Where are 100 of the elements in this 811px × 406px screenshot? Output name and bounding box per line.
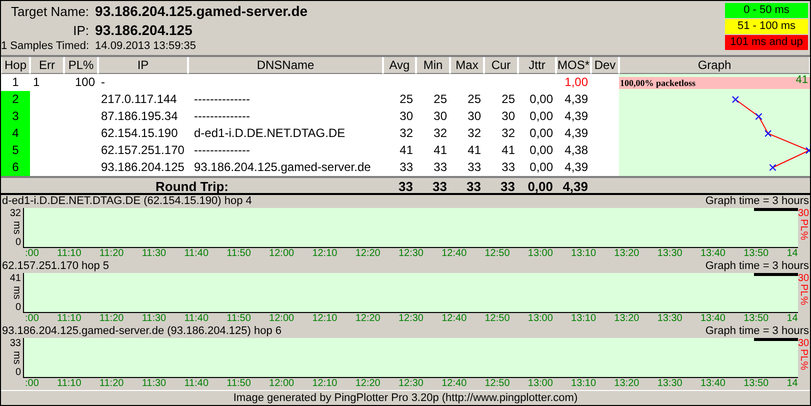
hop-cell: 4 bbox=[1, 125, 30, 142]
y-max-label: 33 bbox=[10, 338, 21, 349]
point-marker bbox=[806, 147, 810, 154]
time-tick-label: 12:50 bbox=[484, 378, 510, 390]
time-tick-label: 11:30 bbox=[142, 313, 166, 325]
dns-cell-text: -------------- bbox=[193, 142, 251, 159]
loss-unit-label: PL% bbox=[798, 349, 808, 370]
column-header: Max bbox=[450, 57, 484, 74]
ip-cell-text: 87.186.195.34 bbox=[100, 108, 179, 125]
round-trip-value: 33 bbox=[383, 176, 416, 193]
dns-cell-text: 93.186.204.125.gamed-server.de bbox=[193, 159, 372, 176]
legend-item: 51 - 100 ms bbox=[725, 19, 808, 34]
min-cell-text: 32 bbox=[432, 125, 448, 142]
avg-cell-text: 41 bbox=[398, 142, 414, 159]
hop-cell: 2 bbox=[1, 91, 30, 108]
time-tick-label: 12:40 bbox=[442, 313, 467, 325]
round-trip-value: 4,39 bbox=[556, 176, 591, 193]
round-trip-value: 33 bbox=[416, 176, 450, 193]
time-tick-label: 11:40 bbox=[184, 313, 209, 325]
time-tick-label: 13:30 bbox=[657, 378, 682, 390]
loss-cell-text: 100 bbox=[74, 74, 96, 91]
loss-unit-label: PL% bbox=[798, 284, 808, 306]
column-header: Err bbox=[30, 57, 64, 74]
time-tick-label: 13:00 bbox=[528, 378, 553, 390]
time-tick-label: 12:50 bbox=[484, 313, 510, 325]
time-tick-label: 12:30 bbox=[398, 248, 424, 260]
ip-cell-text: 93.186.204.125 bbox=[100, 159, 186, 176]
avg-cell-text: 25 bbox=[398, 91, 414, 108]
time-tick-label: 12:00 bbox=[269, 313, 294, 325]
time-tick-label: 12:10 bbox=[312, 313, 338, 325]
cur-cell-text: 33 bbox=[500, 159, 516, 176]
time-tick-label: 13:00 bbox=[528, 248, 553, 260]
y-min-label: 0 bbox=[15, 237, 21, 248]
loss-unit-label: PL% bbox=[798, 219, 808, 240]
time-tick-label: 13:20 bbox=[614, 378, 640, 390]
time-tick-label: 11:10 bbox=[57, 248, 82, 260]
time-tick-label: 13:50 bbox=[744, 313, 769, 325]
mos-cell-text: 4,39 bbox=[564, 108, 589, 125]
column-header: MOS* bbox=[556, 57, 591, 74]
avg-cell-text: 32 bbox=[398, 125, 414, 142]
time-tick-label: 14 bbox=[786, 248, 798, 260]
time-tick-label: 12:00 bbox=[269, 378, 294, 390]
time-tick-label: 13:00 bbox=[528, 313, 553, 325]
mos-cell-text: 4,39 bbox=[564, 159, 589, 176]
time-tick-label: 12:20 bbox=[355, 378, 380, 390]
mos-cell-text: 4,39 bbox=[564, 125, 589, 142]
time-tick-label: 11:50 bbox=[226, 248, 251, 260]
time-tick-label: :00 bbox=[25, 248, 39, 260]
time-tick-label: 13:20 bbox=[614, 313, 640, 325]
graph-title: 62.157.251.170 hop 5 bbox=[2, 260, 110, 273]
point-marker bbox=[769, 164, 776, 171]
target-name-label: Target Name: bbox=[10, 4, 90, 19]
column-header: Hop bbox=[1, 57, 30, 74]
avg-cell-text: 30 bbox=[398, 108, 414, 125]
target-name: 93.186.204.125.gamed-server.de bbox=[95, 3, 308, 19]
mos-cell-text: 4,39 bbox=[564, 91, 589, 108]
time-tick-label: 13:50 bbox=[744, 378, 769, 390]
ip-label: IP: bbox=[72, 22, 90, 38]
time-tick-label: 11:40 bbox=[184, 248, 209, 260]
max-cell-text: 41 bbox=[466, 142, 482, 159]
hop-cell: 3 bbox=[1, 108, 30, 125]
y-max-label: 32 bbox=[10, 208, 21, 219]
packet-loss-label: 100,00% packetloss bbox=[620, 78, 696, 88]
max-cell-text: 25 bbox=[466, 91, 482, 108]
column-header: Graph bbox=[619, 57, 810, 74]
time-tick-label: 13:10 bbox=[571, 313, 596, 325]
time-tick-label: 11:20 bbox=[99, 378, 124, 390]
loss-max-label: 30 bbox=[798, 273, 810, 284]
column-header: PL% bbox=[64, 57, 98, 74]
graph-time-label: Graph time = 3 hours bbox=[705, 325, 809, 338]
time-tick-label: :00 bbox=[25, 378, 39, 390]
dns-cell-text: d-ed1-i.D.DE.NET.DTAG.DE bbox=[193, 125, 346, 142]
timestamp: 14.09.2013 13:59:35 bbox=[95, 40, 197, 52]
time-tick-label: 12:40 bbox=[442, 248, 467, 260]
time-tick-label: 12:30 bbox=[398, 313, 424, 325]
dns-cell-text: -------------- bbox=[193, 108, 251, 125]
min-cell-text: 30 bbox=[432, 108, 448, 125]
point-marker bbox=[755, 113, 762, 120]
time-tick-label: 11:10 bbox=[57, 378, 82, 390]
hop-cell: 5 bbox=[1, 142, 30, 159]
time-tick-label: 11:20 bbox=[99, 313, 124, 325]
cur-cell-text: 41 bbox=[500, 142, 516, 159]
legend-item: 101 ms and up bbox=[725, 35, 808, 50]
max-cell-text: 33 bbox=[466, 159, 482, 176]
min-cell-text: 33 bbox=[432, 159, 448, 176]
time-tick-label: 13:40 bbox=[700, 248, 726, 260]
y-max-label: 41 bbox=[10, 273, 21, 284]
time-tick-label: 13:40 bbox=[700, 313, 726, 325]
time-tick-label: 13:30 bbox=[657, 248, 682, 260]
mos-cell-text: 4,38 bbox=[564, 142, 589, 159]
column-header: DNSName bbox=[188, 57, 383, 74]
time-tick-label: 11:30 bbox=[142, 378, 166, 390]
time-tick-label: 13:50 bbox=[744, 248, 769, 260]
y-unit-label: ms bbox=[11, 286, 21, 300]
time-tick-label: 11:10 bbox=[57, 313, 82, 325]
ip-cell-text: 62.157.251.170 bbox=[100, 142, 186, 159]
cur-cell-text: 25 bbox=[500, 91, 516, 108]
point-marker bbox=[732, 96, 739, 103]
time-tick-label: 12:10 bbox=[312, 378, 338, 390]
column-header: IP bbox=[98, 57, 188, 74]
